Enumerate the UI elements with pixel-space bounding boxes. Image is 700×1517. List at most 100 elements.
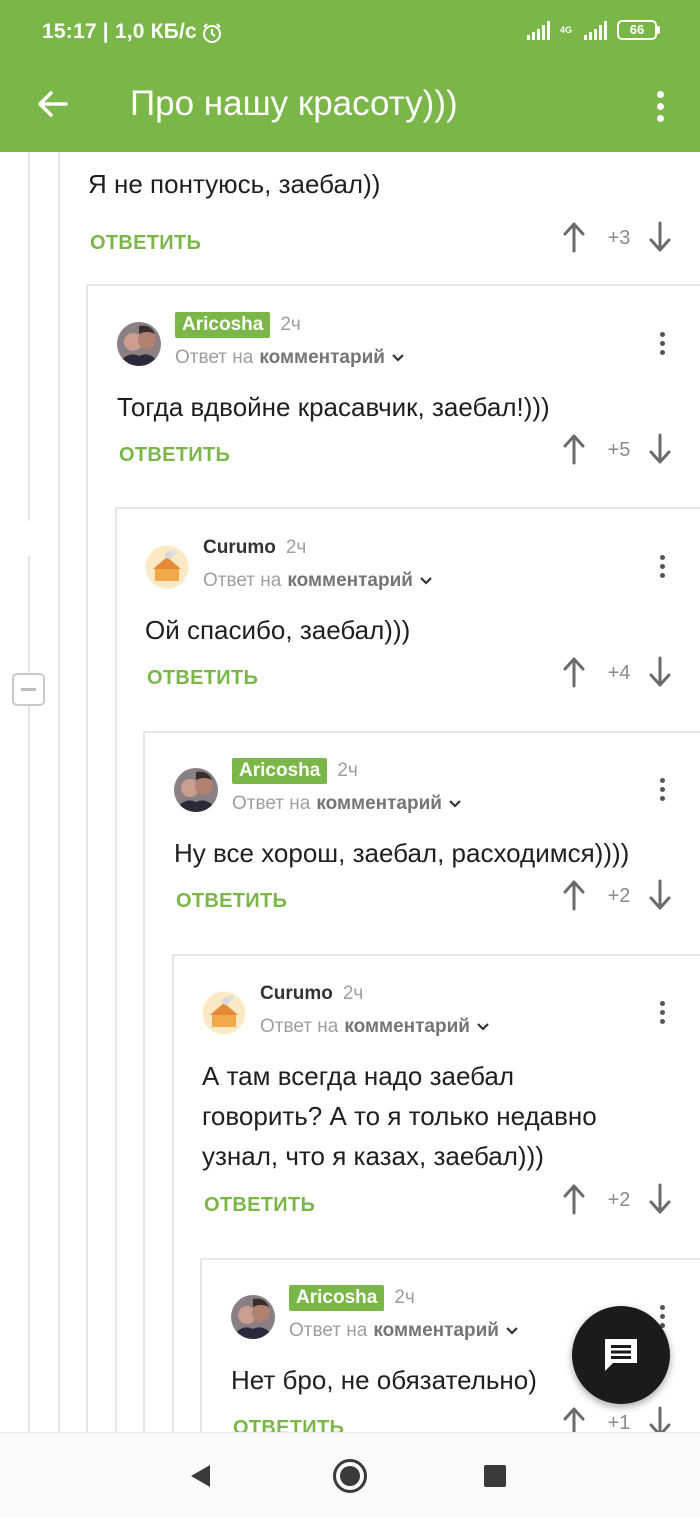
- arrow-up-icon: [563, 657, 585, 688]
- more-vertical-icon: [659, 1000, 665, 1006]
- comment-author: Curumo 2ч: [260, 981, 363, 1007]
- downvote-button[interactable]: [644, 652, 676, 692]
- comment-score: +2: [607, 885, 631, 907]
- upvote-button[interactable]: [558, 1402, 590, 1432]
- network-type: 4G: [559, 24, 572, 35]
- battery-level: 66: [617, 20, 657, 40]
- nav-home-button[interactable]: [333, 1459, 367, 1493]
- downvote-button[interactable]: [644, 1179, 676, 1219]
- downvote-button[interactable]: [644, 1402, 676, 1432]
- comment-text: Тогда вдвойне красавчик, заебал!))): [117, 392, 550, 422]
- author-name[interactable]: Curumo: [260, 981, 333, 1007]
- chevron-down-icon: [506, 1327, 518, 1335]
- battery-icon: 66: [617, 20, 660, 40]
- upvote-button[interactable]: [558, 875, 590, 915]
- reply-to[interactable]: Ответ на комментарий: [260, 1016, 490, 1038]
- arrow-down-icon: [649, 1183, 671, 1214]
- reply-button[interactable]: ОТВЕТИТЬ: [119, 444, 230, 467]
- downvote-button[interactable]: [644, 217, 676, 257]
- reply-to[interactable]: Ответ на комментарий: [232, 793, 462, 815]
- comment: Aricosha 2ч Ответ на комментарий Ну все х…: [174, 738, 700, 963]
- chevron-down-icon: [449, 800, 461, 808]
- comment-menu-button[interactable]: [652, 551, 672, 581]
- comment-menu-button[interactable]: [652, 997, 672, 1027]
- reply-to[interactable]: Ответ на комментарий: [175, 347, 405, 369]
- thread-line: [28, 152, 30, 521]
- more-vertical-icon: [656, 90, 664, 98]
- comment-score: +1: [607, 1412, 631, 1432]
- author-name[interactable]: Aricosha: [289, 1285, 385, 1311]
- arrow-down-icon: [649, 433, 671, 464]
- comment-author: Aricosha 2ч: [232, 758, 358, 784]
- comment-score: +5: [607, 439, 631, 461]
- thread-line: [58, 152, 60, 1432]
- chevron-down-icon: [392, 354, 404, 362]
- comment-text: Ну все хорош, заебал, расходимся)))): [174, 838, 630, 868]
- chevron-down-icon: [420, 577, 432, 585]
- upvote-button[interactable]: [558, 1179, 590, 1219]
- system-nav-bar: [0, 1432, 700, 1517]
- status-bar: 15:17 | 1,0 КБ/с 4G 66: [0, 0, 700, 64]
- comment-time: 2ч: [280, 314, 301, 335]
- author-name[interactable]: Curumo: [203, 535, 276, 561]
- add-comment-button[interactable]: [572, 1306, 670, 1404]
- author-name[interactable]: Aricosha: [232, 758, 328, 784]
- avatar[interactable]: [231, 1295, 275, 1339]
- author-name[interactable]: Aricosha: [175, 312, 271, 338]
- arrow-up-icon: [563, 434, 585, 465]
- comment-score: +4: [607, 662, 631, 684]
- more-vertical-icon: [659, 777, 665, 783]
- nav-recents-button[interactable]: [484, 1465, 506, 1487]
- comment-score: +3: [607, 227, 631, 249]
- reply-to[interactable]: Ответ на комментарий: [203, 570, 433, 592]
- avatar[interactable]: [145, 545, 189, 589]
- arrow-up-icon: [563, 1184, 585, 1215]
- comment-author: Curumo 2ч: [203, 535, 306, 561]
- comment-text: Я не понтуюсь, заебал)): [88, 169, 381, 199]
- more-vertical-icon: [659, 331, 665, 337]
- comment-author: Aricosha 2ч: [289, 1285, 415, 1311]
- back-button[interactable]: [28, 82, 76, 130]
- avatar[interactable]: [202, 991, 246, 1035]
- more-vertical-icon: [659, 554, 665, 560]
- arrow-down-icon: [649, 1406, 671, 1432]
- upvote-button[interactable]: [558, 217, 590, 257]
- comment-menu-button[interactable]: [652, 774, 672, 804]
- reply-button[interactable]: ОТВЕТИТЬ: [90, 232, 201, 255]
- nav-back-button[interactable]: [188, 1463, 212, 1494]
- thread-line: [86, 284, 88, 1432]
- signal-icon-2: [584, 20, 607, 40]
- reply-button[interactable]: ОТВЕТИТЬ: [147, 667, 258, 690]
- reply-to[interactable]: Ответ на комментарий: [289, 1320, 519, 1342]
- reply-button[interactable]: ОТВЕТИТЬ: [204, 1194, 315, 1217]
- comment-menu-button[interactable]: [652, 328, 672, 358]
- more-options-button[interactable]: [640, 82, 680, 130]
- downvote-button[interactable]: [644, 429, 676, 469]
- arrow-left-icon: [36, 90, 68, 123]
- comment-text: Нет бро, не обязательно): [231, 1365, 537, 1395]
- chevron-down-icon: [477, 1023, 489, 1031]
- upvote-button[interactable]: [558, 429, 590, 469]
- status-time: 15:17 | 1,0 КБ/с: [42, 20, 197, 43]
- reply-button[interactable]: ОТВЕТИТЬ: [233, 1417, 344, 1432]
- reply-button[interactable]: ОТВЕТИТЬ: [176, 890, 287, 913]
- toolbar: Про нашу красоту))): [0, 64, 700, 152]
- comment-author: Aricosha 2ч: [175, 312, 301, 338]
- avatar[interactable]: [117, 322, 161, 366]
- upvote-button[interactable]: [558, 652, 590, 692]
- triangle-back-icon: [191, 1465, 210, 1487]
- comment-time: 2ч: [394, 1287, 415, 1308]
- arrow-down-icon: [649, 879, 671, 910]
- arrow-up-icon: [563, 1407, 585, 1432]
- signal-icon: [526, 20, 550, 40]
- thread-line: [115, 507, 117, 1432]
- comment-icon: [605, 1339, 637, 1371]
- avatar[interactable]: [174, 768, 218, 812]
- thread-line: [86, 284, 700, 286]
- page-title: Про нашу красоту))): [130, 84, 458, 123]
- comment-time: 2ч: [285, 537, 307, 558]
- collapse-thread-button[interactable]: [12, 673, 45, 706]
- downvote-button[interactable]: [644, 875, 676, 915]
- arrow-down-icon: [649, 656, 671, 687]
- arrow-up-icon: [563, 880, 585, 911]
